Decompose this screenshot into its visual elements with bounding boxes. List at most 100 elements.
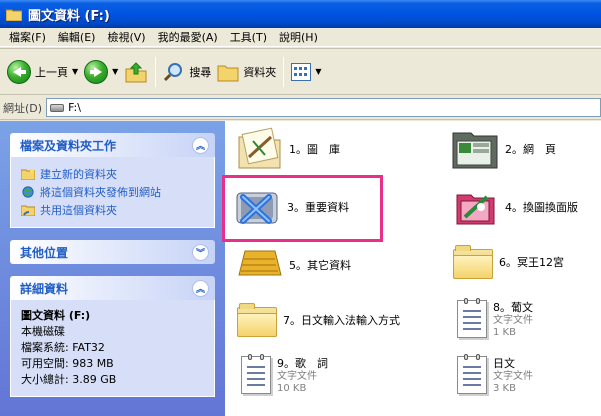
task-publish-web-label: 將這個資料夾發佈到網站 bbox=[40, 186, 161, 199]
task-new-folder[interactable]: 建立新的資料夾 bbox=[21, 165, 204, 183]
folder-item-name: 6。冥王12宮 bbox=[499, 256, 564, 269]
file-item-name: 日文 bbox=[493, 357, 515, 370]
details-total-size: 大小總計: 3.89 GB bbox=[21, 373, 117, 386]
menu-bar: 檔案(F) 編輯(E) 檢視(V) 我的最愛(A) 工具(T) 說明(H) bbox=[0, 28, 601, 47]
search-button[interactable]: 搜尋 bbox=[160, 53, 214, 91]
forward-dropdown-icon[interactable]: ▼ bbox=[112, 67, 118, 76]
folder-icon bbox=[237, 303, 277, 337]
forward-button[interactable]: ▼ bbox=[81, 53, 121, 91]
task-share-folder[interactable]: 共用這個資料夾 bbox=[21, 201, 204, 219]
file-item-type: 文字文件 bbox=[493, 371, 533, 382]
address-label: 網址(D) bbox=[3, 101, 43, 115]
file-folder-tasks: 檔案及資料夾工作 ︽ 建立新的資料夾 將這個資料夾發佈到網站 共用這個資料夾 bbox=[10, 133, 215, 228]
folder-item[interactable]: 6。冥王12宮 bbox=[453, 245, 564, 279]
file-folder-tasks-title: 檔案及資料夾工作 bbox=[20, 138, 117, 153]
file-item-name: 9。歌 詞 bbox=[277, 357, 328, 370]
forward-arrow-icon bbox=[84, 59, 109, 84]
toolbar: 上一頁 ▼ ▼ 搜尋 資料夾 ▼ bbox=[0, 48, 601, 95]
folder-item[interactable]: 2。網 頁 bbox=[451, 127, 556, 171]
address-bar: 網址(D) F:\ bbox=[0, 96, 601, 120]
globe-icon bbox=[22, 186, 34, 198]
collapse-chevron-icon[interactable]: ︽ bbox=[192, 136, 209, 154]
text-document-icon bbox=[457, 298, 487, 338]
file-item-text: 日文 文字文件 3 KB bbox=[493, 355, 533, 395]
folder-item-name: 1。圖 庫 bbox=[289, 143, 340, 156]
folder-icon bbox=[453, 245, 493, 279]
file-item[interactable]: 8。葡文 文字文件 1 KB bbox=[457, 298, 533, 339]
highlight-annotation bbox=[222, 175, 383, 242]
file-item-size: 10 KB bbox=[277, 383, 307, 394]
folders-icon bbox=[217, 65, 239, 81]
picture-library-icon bbox=[238, 127, 281, 169]
file-item[interactable]: 日文 文字文件 3 KB bbox=[457, 354, 533, 395]
details-box: 詳細資料 ︽ 圖文資料 (F:) 本機磁碟 檔案系統: FAT32 可用空間: … bbox=[10, 276, 215, 397]
other-places-title: 其他位置 bbox=[20, 245, 69, 260]
text-document-icon bbox=[241, 354, 271, 394]
details-file-system: 檔案系統: FAT32 bbox=[21, 341, 105, 354]
menu-file[interactable]: 檔案(F) bbox=[3, 29, 52, 45]
back-label: 上一頁 bbox=[35, 65, 68, 79]
toolbar-separator bbox=[155, 56, 157, 87]
other-data-folder-icon bbox=[238, 250, 282, 276]
title-bar[interactable]: 圖文資料 (F:) bbox=[0, 0, 601, 28]
folder-item-name: 4。換圖換面版 bbox=[505, 201, 578, 214]
task-publish-web[interactable]: 將這個資料夾發佈到網站 bbox=[21, 183, 204, 201]
address-value: F:\ bbox=[68, 101, 81, 114]
details-collapse-chevron-icon[interactable]: ︽ bbox=[192, 279, 209, 297]
menu-view[interactable]: 檢視(V) bbox=[101, 29, 151, 45]
address-input[interactable]: F:\ bbox=[46, 98, 601, 117]
file-item-text: 9。歌 詞 文字文件 10 KB bbox=[277, 355, 328, 395]
folders-button[interactable]: 資料夾 bbox=[214, 53, 279, 91]
details-header[interactable]: 詳細資料 ︽ bbox=[10, 276, 215, 300]
folder-item-name: 7。日文輸入法輸入方式 bbox=[283, 314, 400, 327]
other-places-header[interactable]: 其他位置 ︾ bbox=[10, 240, 215, 264]
back-button[interactable]: 上一頁 ▼ bbox=[4, 53, 81, 91]
file-list: 1。圖 庫 2。網 頁 3。重要資料 4。換圖換面版 5。其它資料 6。冥王12… bbox=[225, 121, 601, 416]
file-item-type: 文字文件 bbox=[493, 315, 533, 326]
expand-chevron-icon[interactable]: ︾ bbox=[192, 243, 209, 261]
folder-item[interactable]: 4。換圖換面版 bbox=[451, 185, 578, 229]
details-body: 圖文資料 (F:) 本機磁碟 檔案系統: FAT32 可用空間: 983 MB … bbox=[10, 300, 215, 397]
folder-item[interactable]: 7。日文輸入法輸入方式 bbox=[237, 303, 400, 337]
folders-label: 資料夾 bbox=[243, 65, 277, 79]
folder-icon bbox=[5, 8, 23, 21]
back-arrow-icon bbox=[7, 59, 31, 84]
details-free-space: 可用空間: 983 MB bbox=[21, 357, 114, 370]
search-label: 搜尋 bbox=[189, 65, 212, 79]
menu-favorites[interactable]: 我的最愛(A) bbox=[152, 29, 224, 45]
views-dropdown-icon[interactable]: ▼ bbox=[315, 67, 321, 76]
up-button[interactable] bbox=[121, 53, 151, 91]
back-dropdown-icon[interactable]: ▼ bbox=[72, 67, 78, 76]
menu-edit[interactable]: 編輯(E) bbox=[52, 29, 102, 45]
file-item-text: 8。葡文 文字文件 1 KB bbox=[493, 299, 533, 339]
file-item-type: 文字文件 bbox=[277, 371, 317, 382]
window-title: 圖文資料 (F:) bbox=[28, 8, 110, 24]
other-places: 其他位置 ︾ bbox=[10, 240, 215, 264]
toolbar-separator-2 bbox=[283, 56, 285, 87]
task-share-folder-label: 共用這個資料夾 bbox=[40, 204, 117, 217]
new-folder-icon bbox=[21, 169, 35, 180]
folder-item-name: 2。網 頁 bbox=[505, 143, 556, 156]
details-drive-name: 圖文資料 (F:) bbox=[21, 309, 91, 322]
folder-item[interactable]: 5。其它資料 bbox=[235, 245, 351, 285]
switch-skin-icon bbox=[456, 194, 495, 225]
file-item[interactable]: 9。歌 詞 文字文件 10 KB bbox=[241, 354, 328, 395]
file-folder-tasks-body: 建立新的資料夾 將這個資料夾發佈到網站 共用這個資料夾 bbox=[10, 157, 215, 228]
file-item-name: 8。葡文 bbox=[493, 301, 533, 314]
search-icon bbox=[164, 62, 183, 81]
folder-item-name: 5。其它資料 bbox=[289, 259, 351, 272]
menu-help[interactable]: 說明(H) bbox=[273, 29, 324, 45]
folder-item[interactable]: 1。圖 庫 bbox=[235, 127, 340, 171]
task-pane: 檔案及資料夾工作 ︽ 建立新的資料夾 將這個資料夾發佈到網站 共用這個資料夾 其… bbox=[0, 121, 225, 416]
views-button[interactable]: ▼ bbox=[288, 53, 324, 91]
text-document-icon bbox=[457, 354, 487, 394]
file-item-size: 3 KB bbox=[493, 383, 516, 394]
share-folder-icon bbox=[21, 205, 35, 216]
details-title: 詳細資料 bbox=[20, 281, 69, 296]
menu-tools[interactable]: 工具(T) bbox=[224, 29, 273, 45]
up-folder-icon bbox=[125, 61, 147, 82]
details-drive-type: 本機磁碟 bbox=[21, 325, 65, 338]
task-new-folder-label: 建立新的資料夾 bbox=[40, 168, 117, 181]
file-folder-tasks-header[interactable]: 檔案及資料夾工作 ︽ bbox=[10, 133, 215, 157]
webpage-folder-icon bbox=[452, 132, 498, 169]
